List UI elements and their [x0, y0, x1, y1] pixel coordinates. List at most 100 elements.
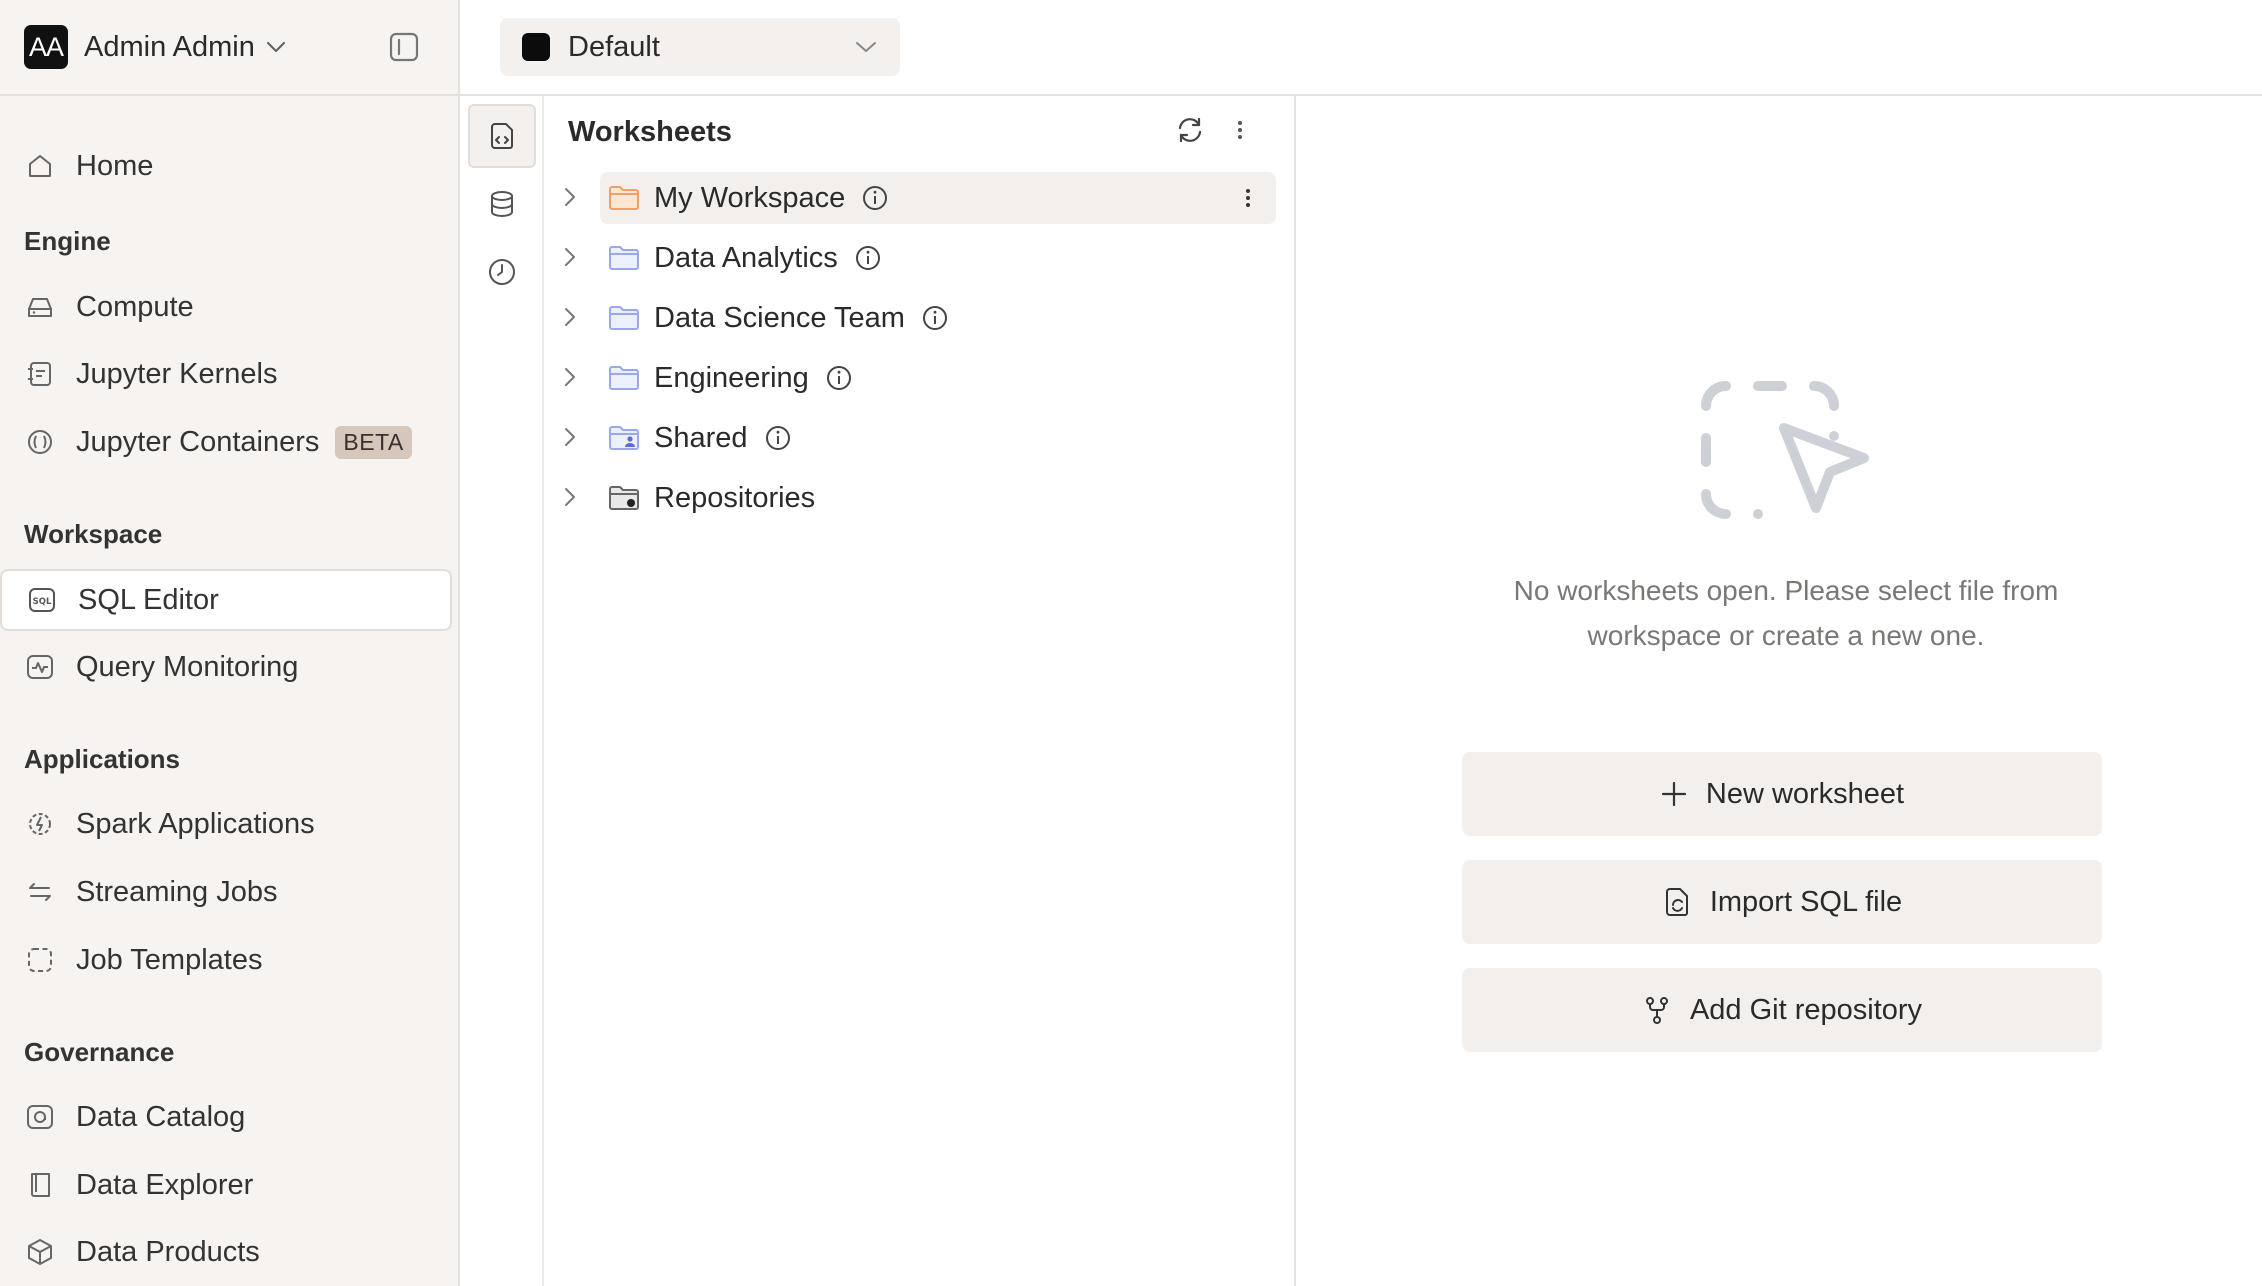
folder-name: Data Analytics	[654, 241, 838, 274]
sidebar-item-label: SQL Editor	[78, 583, 219, 616]
environment-select-value: Default	[568, 30, 660, 63]
plus-icon	[1660, 780, 1688, 808]
sidebar-item-data-products[interactable]: Data Products	[0, 1221, 452, 1283]
empty-state-line: workspace or create a new one.	[1587, 620, 1985, 651]
sidebar-item-compute[interactable]: Compute	[0, 276, 452, 338]
repo-folder-icon	[608, 484, 640, 512]
catalog-icon	[24, 1101, 56, 1133]
sidebar-item-spark-applications[interactable]: Spark Applications	[0, 793, 452, 855]
sidebar-item-label: Spark Applications	[76, 807, 315, 840]
editor-area: No worksheets open. Please select file f…	[1296, 96, 2262, 1286]
notebook-icon	[24, 358, 56, 390]
more-vertical-icon[interactable]	[1242, 183, 1254, 213]
section-heading-workspace: Workspace	[24, 519, 163, 549]
folder-name: Engineering	[654, 361, 809, 394]
sidebar-item-label: Data Products	[76, 1235, 260, 1268]
folder-icon	[608, 304, 640, 332]
tree-row-my-workspace[interactable]: My Workspace	[565, 172, 1276, 224]
section-heading-governance: Governance	[24, 1037, 175, 1067]
spark-icon	[24, 808, 56, 840]
code-file-icon	[486, 120, 518, 152]
arrows-swap-icon	[24, 876, 56, 908]
folder-icon	[608, 244, 640, 272]
folder-icon	[608, 364, 640, 392]
new-worksheet-button[interactable]: New worksheet	[1462, 752, 2102, 836]
chevron-right-icon[interactable]	[562, 366, 578, 388]
chevron-down-icon[interactable]	[265, 40, 287, 54]
info-icon[interactable]	[764, 424, 792, 452]
select-cursor-icon	[1696, 366, 1876, 546]
activity-icon	[24, 651, 56, 683]
user-name[interactable]: Admin Admin	[84, 31, 255, 64]
file-import-icon	[1662, 886, 1692, 918]
folder-orange-icon	[608, 184, 640, 212]
tree-row-engineering[interactable]: Engineering	[565, 352, 1276, 404]
tree-row-data-science-team[interactable]: Data Science Team	[565, 292, 1276, 344]
history-tab[interactable]	[468, 240, 536, 304]
sql-icon: SQL	[26, 584, 58, 616]
chevron-down-icon	[854, 40, 878, 54]
section-heading-engine: Engine	[24, 226, 111, 256]
info-icon[interactable]	[854, 244, 882, 272]
panel-title: Worksheets	[568, 116, 732, 148]
button-label: Add Git repository	[1689, 993, 1923, 1026]
info-icon[interactable]	[825, 364, 853, 392]
dashed-square-icon	[24, 944, 56, 976]
shared-folder-icon	[608, 424, 640, 452]
chevron-right-icon[interactable]	[562, 246, 578, 268]
package-icon	[24, 1236, 56, 1268]
worksheets-tab[interactable]	[468, 104, 536, 168]
empty-state-message: No worksheets open. Please select file f…	[1456, 568, 2116, 658]
sidebar-item-home[interactable]: Home	[0, 135, 452, 197]
add-git-repository-button[interactable]: Add Git repository	[1462, 968, 2102, 1052]
sidebar-item-label: Query Monitoring	[76, 650, 299, 683]
home-icon	[24, 150, 56, 182]
sidebar-item-job-templates[interactable]: Job Templates	[0, 929, 452, 991]
sidebar-toggle-icon[interactable]	[388, 31, 420, 63]
environment-color-swatch	[522, 33, 550, 61]
sidebar-item-label: Data Catalog	[76, 1100, 246, 1133]
environment-select[interactable]: Default	[500, 18, 900, 76]
sidebar-item-sql-editor[interactable]: SQL SQL Editor	[0, 569, 452, 631]
top-bar: Default	[460, 0, 2262, 96]
chevron-right-icon[interactable]	[562, 186, 578, 208]
databases-tab[interactable]	[468, 172, 536, 236]
tree-row-repositories[interactable]: Repositories	[565, 472, 1276, 524]
avatar[interactable]: AA	[24, 25, 68, 69]
info-icon[interactable]	[861, 184, 889, 212]
more-vertical-icon[interactable]	[1230, 114, 1250, 146]
section-heading-applications: Applications	[24, 744, 181, 774]
sidebar-item-label: Compute	[76, 290, 194, 323]
sidebar-item-data-catalog[interactable]: Data Catalog	[0, 1086, 452, 1148]
clock-icon	[486, 256, 518, 288]
sidebar-item-label: Jupyter Containers	[76, 425, 320, 458]
folder-name: Repositories	[654, 481, 816, 514]
sidebar-item-label: Job Templates	[76, 943, 263, 976]
folder-name: Data Science Team	[654, 301, 905, 334]
chevron-right-icon[interactable]	[562, 486, 578, 508]
sidebar-item-label: Data Explorer	[76, 1168, 254, 1201]
sidebar-item-data-explorer[interactable]: Data Explorer	[0, 1154, 452, 1216]
info-icon[interactable]	[921, 304, 949, 332]
beta-badge: BETA	[335, 425, 412, 459]
sidebar-header: AA Admin Admin	[0, 0, 458, 96]
folder-name: Shared	[654, 421, 748, 454]
refresh-icon[interactable]	[1174, 114, 1206, 146]
database-icon	[486, 188, 518, 220]
button-label: Import SQL file	[1709, 885, 1903, 918]
folder-name: My Workspace	[654, 181, 846, 214]
chevron-right-icon[interactable]	[562, 426, 578, 448]
import-sql-button[interactable]: Import SQL file	[1462, 860, 2102, 944]
svg-text:SQL: SQL	[33, 597, 52, 607]
sidebar-item-query-monitoring[interactable]: Query Monitoring	[0, 636, 452, 698]
panel-rail	[460, 96, 544, 1286]
worksheets-panel: Worksheets My Workspace Data Analytics D…	[544, 96, 1296, 1286]
sidebar-item-jupyter-containers[interactable]: Jupyter Containers BETA	[0, 411, 452, 473]
tree-row-data-analytics[interactable]: Data Analytics	[565, 232, 1276, 284]
sidebar-item-jupyter-kernels[interactable]: Jupyter Kernels	[0, 343, 452, 405]
tree-row-shared[interactable]: Shared	[565, 412, 1276, 464]
button-label: New worksheet	[1705, 777, 1905, 810]
chevron-right-icon[interactable]	[562, 306, 578, 328]
sidebar-item-streaming-jobs[interactable]: Streaming Jobs	[0, 861, 452, 923]
sidebar-item-label: Streaming Jobs	[76, 875, 278, 908]
